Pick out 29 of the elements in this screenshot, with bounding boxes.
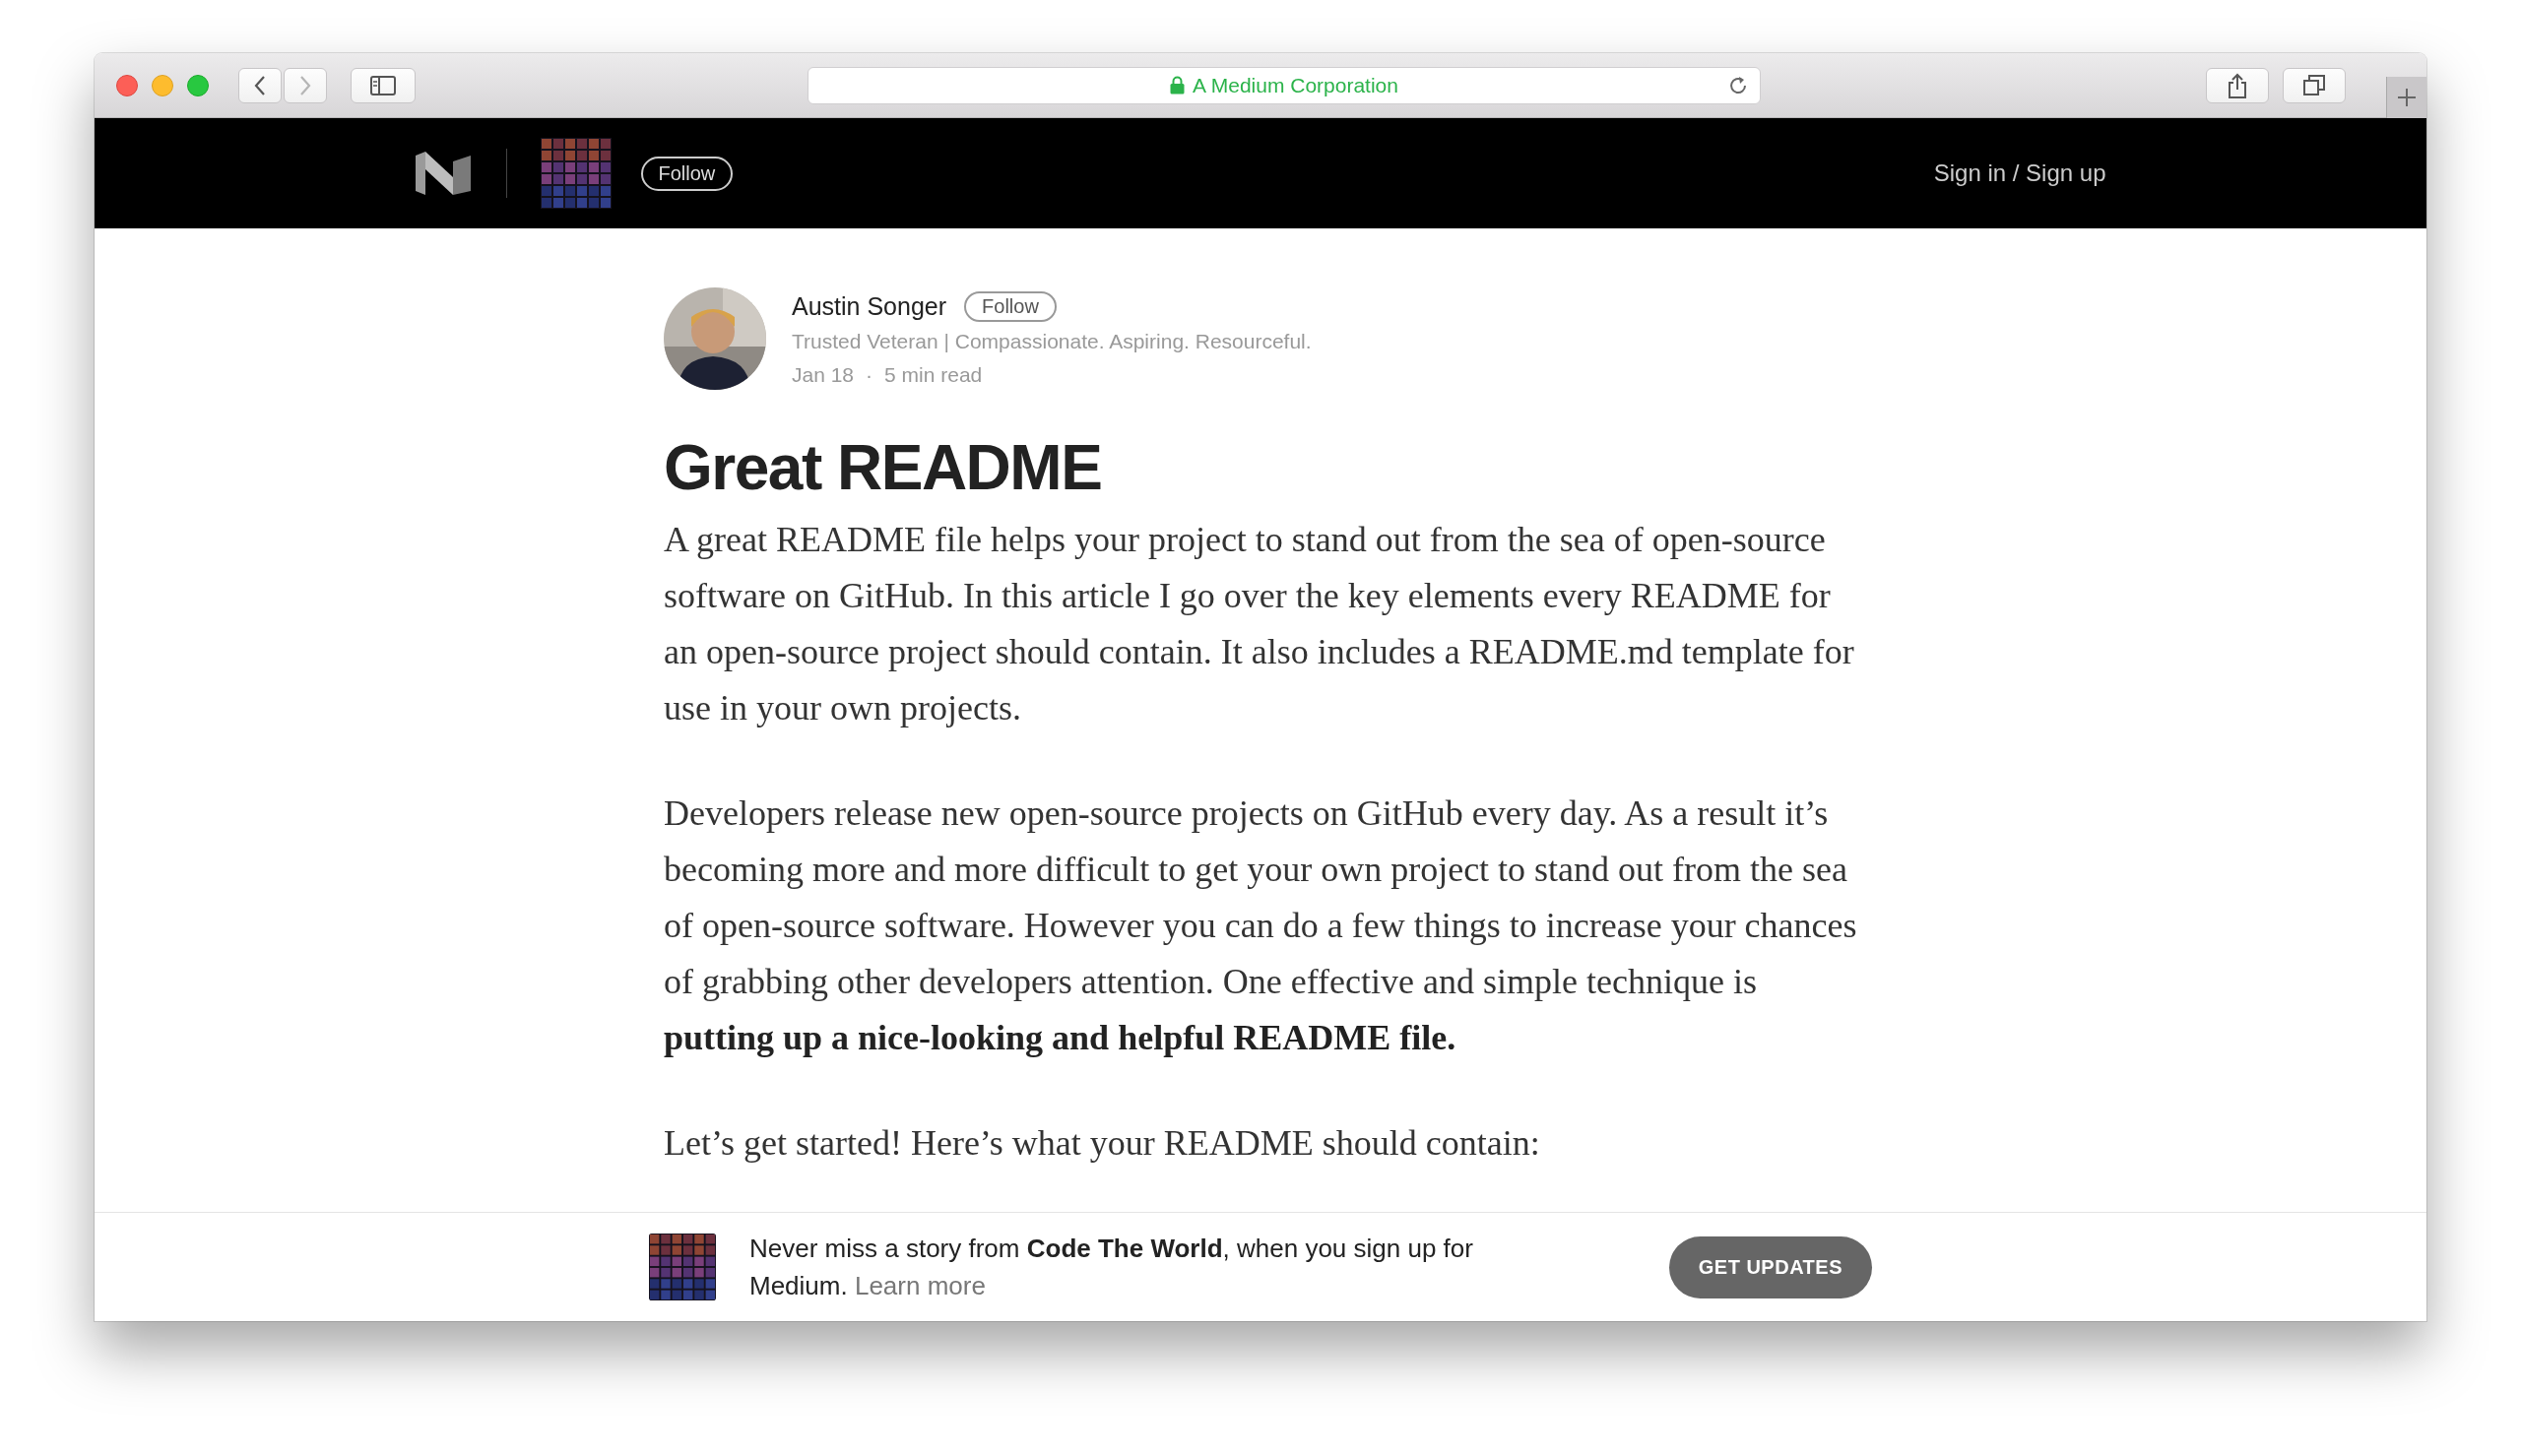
follow-button[interactable]: Follow [640, 156, 734, 191]
publish-date: Jan 18 [792, 363, 855, 387]
plus-icon [2397, 88, 2417, 107]
sidebar-icon [370, 75, 396, 95]
learn-more-link[interactable]: Learn more [854, 1271, 986, 1300]
sidebar-button[interactable] [351, 67, 416, 103]
site-name: A Medium Corporation [1193, 73, 1398, 97]
chevron-right-icon [298, 74, 312, 96]
paragraph: A great README file helps your project to stand out from the sea of open-source software on GitHub. In this article I go over the key elements every README for an open-source project should contain. It also includes a README.md template for use in your own projects. [664, 519, 1855, 730]
follow-button[interactable]: Follow [964, 291, 1057, 322]
paragraph: Let’s get started! Here’s what your README should contain: [664, 1122, 1541, 1166]
get-updates-button[interactable]: GET UPDATES [1668, 1235, 1872, 1298]
medium-logo[interactable] [415, 152, 471, 195]
tabs-icon [2303, 74, 2325, 96]
signup-message: Never miss a story from Code The World, when you sign up for Medium. Learn more [749, 1233, 1474, 1302]
sign-in-link[interactable]: Sign in / Sign up [1933, 159, 2106, 187]
share-icon [2228, 72, 2247, 98]
author-bio: Trusted Veteran | Compassionate. Aspiring. Resourceful. [792, 330, 1312, 353]
chevron-left-icon [253, 74, 267, 96]
read-time: 5 min read [884, 363, 983, 387]
new-tab-button[interactable] [2386, 77, 2426, 118]
tabs-button[interactable] [2283, 67, 2346, 103]
separator-dot: · [866, 363, 873, 387]
back-button[interactable] [238, 67, 282, 103]
paragraph: Developers release new open-source projects on GitHub every day. As a result it’s becoming more and more difficult to get your own project to stand out from the sea of open-source software. However you can do a few things to increase your chances of grabbing other developers attention. One effective and simple technique is putting up a nice-looking and helpful README file. [664, 792, 1857, 1060]
share-button[interactable] [2206, 67, 2269, 103]
article-title: Great README [664, 433, 1103, 503]
author-name[interactable]: Austin Songer [792, 292, 947, 321]
close-window-button[interactable] [116, 74, 138, 96]
